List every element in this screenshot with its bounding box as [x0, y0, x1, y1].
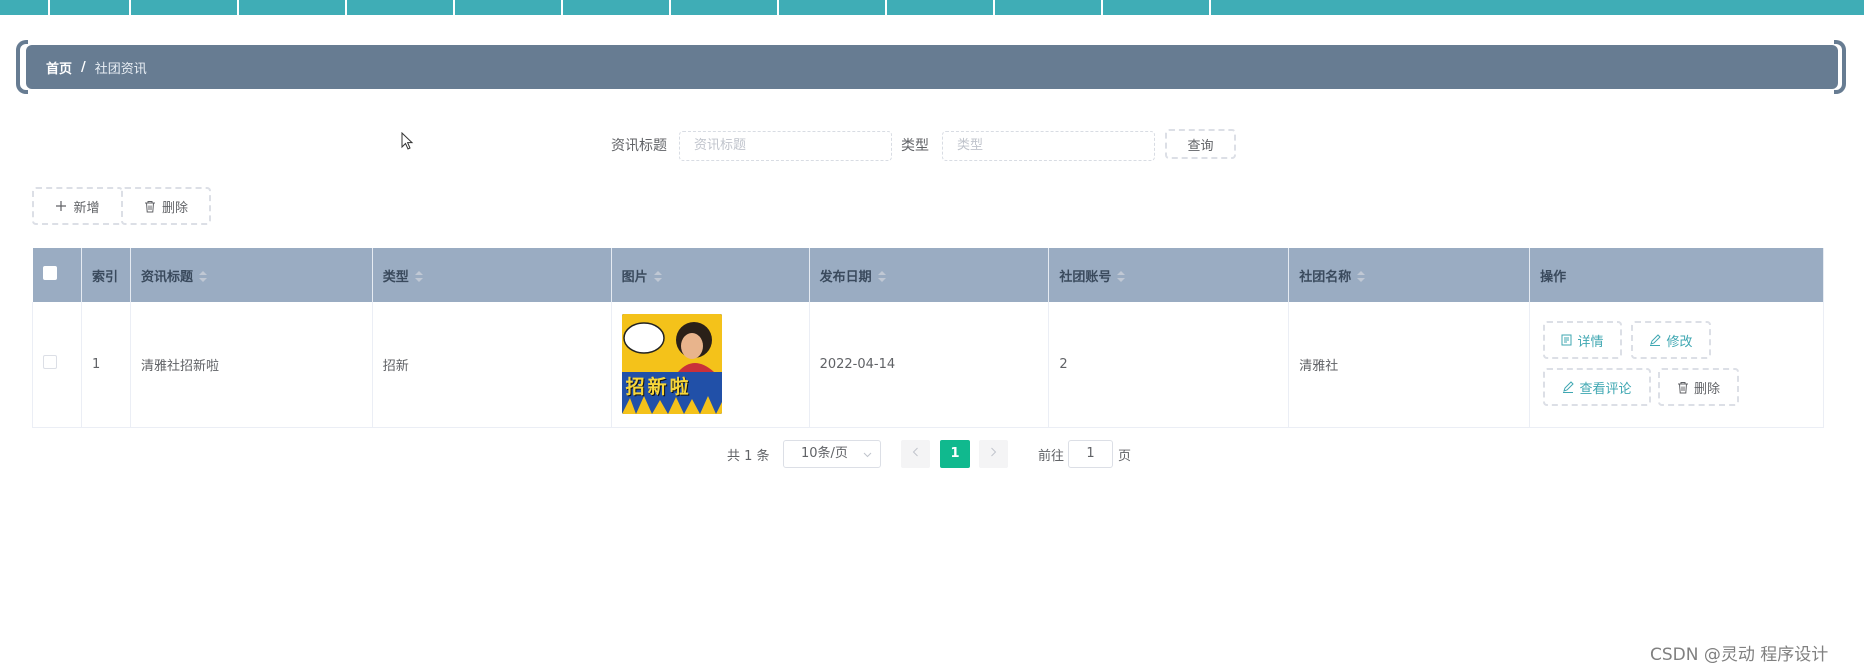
- view-comments-button[interactable]: 查看评论: [1543, 368, 1651, 406]
- sort-icon[interactable]: [653, 271, 662, 283]
- prev-page-button[interactable]: [901, 440, 930, 468]
- top-nav-item[interactable]: [779, 0, 887, 15]
- breadcrumb-current: 社团资讯: [94, 61, 147, 77]
- top-nav-item[interactable]: [455, 0, 563, 15]
- title-search-label: 资讯标题: [611, 138, 667, 154]
- header-account-label: 社团账号: [1059, 269, 1112, 285]
- header-club-name[interactable]: 社团名称: [1288, 248, 1531, 302]
- breadcrumb-home[interactable]: 首页: [46, 58, 72, 77]
- header-title[interactable]: 资讯标题: [130, 248, 373, 302]
- edit-icon: [1650, 334, 1662, 346]
- header-actions-label: 操作: [1540, 269, 1567, 285]
- row-select-cell: [32, 302, 82, 428]
- row-delete-button-label: 删除: [1693, 381, 1720, 397]
- cursor-icon: [401, 132, 414, 150]
- sort-icon[interactable]: [1357, 271, 1366, 283]
- add-button-label: 新增: [73, 200, 100, 216]
- row-account: 2: [1048, 302, 1290, 428]
- query-button[interactable]: 查询: [1165, 129, 1236, 159]
- detail-button[interactable]: 详情: [1543, 321, 1622, 359]
- type-search-label: 类型: [901, 138, 929, 154]
- edit-button-label: 修改: [1666, 334, 1693, 350]
- row-index: 1: [81, 302, 131, 428]
- header-account[interactable]: 社团账号: [1048, 248, 1290, 302]
- edit-icon: [1563, 381, 1575, 393]
- header-date[interactable]: 发布日期: [809, 248, 1050, 302]
- top-nav-bar: [0, 0, 1864, 15]
- header-image-label: 图片: [621, 269, 648, 285]
- row-date: 2022-04-14: [809, 302, 1050, 428]
- delete-button-label: 删除: [161, 200, 188, 216]
- header-index-label: 索引: [91, 269, 118, 285]
- row-title: 清雅社招新啦: [130, 302, 373, 428]
- pagination-total: 共 1 条: [727, 449, 770, 464]
- title-search-input[interactable]: 资讯标题: [679, 131, 892, 161]
- type-search-input[interactable]: 类型: [942, 131, 1155, 161]
- news-thumbnail[interactable]: 招新啦: [621, 314, 722, 415]
- top-nav-item[interactable]: [0, 0, 50, 15]
- header-actions: 操作: [1529, 248, 1824, 302]
- row-image-cell: 招新啦: [611, 302, 810, 428]
- header-select-all[interactable]: [32, 248, 82, 302]
- query-button-label: 查询: [1187, 138, 1214, 154]
- top-nav-item[interactable]: [995, 0, 1103, 15]
- sort-icon[interactable]: [1117, 271, 1126, 283]
- top-nav-item[interactable]: [50, 0, 131, 15]
- table-header-row: 索引 资讯标题 类型 图片 发布日期 社团账号 社团名称 操作: [32, 248, 1824, 302]
- top-nav-item[interactable]: [347, 0, 455, 15]
- page-size-value: 10条/页: [801, 446, 848, 461]
- header-type-label: 类型: [382, 269, 409, 285]
- header-club-name-label: 社团名称: [1299, 269, 1352, 285]
- row-club-name: 清雅社: [1288, 302, 1531, 428]
- add-button[interactable]: 新增: [32, 187, 123, 225]
- thumbnail-caption: 招新啦: [625, 376, 692, 399]
- header-type[interactable]: 类型: [372, 248, 612, 302]
- header-title-label: 资讯标题: [140, 269, 193, 285]
- goto-page-input[interactable]: 1: [1068, 440, 1113, 468]
- thumbnail-art: [621, 314, 722, 415]
- chevron-right-icon: [991, 447, 997, 457]
- view-comments-button-label: 查看评论: [1579, 381, 1632, 397]
- header-image[interactable]: 图片: [611, 248, 810, 302]
- top-nav-item[interactable]: [1103, 0, 1211, 15]
- next-page-button[interactable]: [979, 440, 1008, 468]
- page-unit-label: 页: [1118, 449, 1132, 464]
- page-number-active[interactable]: 1: [940, 440, 970, 468]
- chevron-down-icon: [863, 452, 872, 458]
- row-delete-button[interactable]: 删除: [1658, 368, 1739, 406]
- breadcrumb: 首页 / 社团资讯: [26, 45, 1838, 89]
- sort-icon[interactable]: [198, 271, 207, 283]
- chevron-left-icon: [912, 447, 918, 457]
- row-checkbox[interactable]: [43, 355, 57, 370]
- header-index: 索引: [81, 248, 131, 302]
- select-all-checkbox[interactable]: [42, 266, 57, 280]
- page-size-select[interactable]: 10条/页: [783, 440, 881, 468]
- top-nav-item[interactable]: [239, 0, 347, 15]
- csdn-watermark: CSDN @灵动 程序设计: [1650, 645, 1829, 665]
- sort-icon[interactable]: [414, 271, 423, 283]
- trash-icon: [144, 200, 155, 212]
- top-nav-item[interactable]: [131, 0, 239, 15]
- plus-icon: [56, 201, 67, 211]
- goto-label: 前往: [1038, 449, 1065, 464]
- document-icon: [1561, 334, 1572, 346]
- edit-button[interactable]: 修改: [1631, 321, 1711, 359]
- header-date-label: 发布日期: [819, 269, 872, 285]
- sort-icon[interactable]: [877, 271, 886, 283]
- trash-icon: [1677, 381, 1688, 393]
- breadcrumb-separator: /: [81, 59, 86, 75]
- delete-button[interactable]: 删除: [121, 187, 211, 225]
- top-nav-filler: [1211, 0, 1864, 15]
- top-nav-item[interactable]: [671, 0, 779, 15]
- top-nav-item[interactable]: [563, 0, 671, 15]
- top-nav-item[interactable]: [887, 0, 995, 15]
- detail-button-label: 详情: [1577, 334, 1604, 350]
- row-type: 招新: [372, 302, 612, 428]
